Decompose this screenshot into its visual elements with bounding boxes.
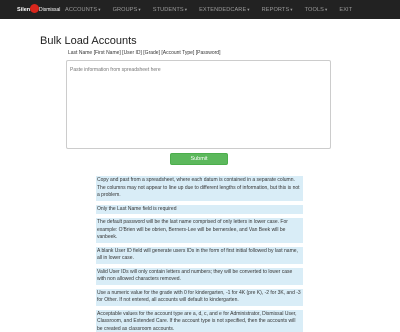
nav-item-label: EXTENDEDCARE bbox=[199, 6, 247, 13]
app-logo[interactable]: Silent Dismissal bbox=[17, 0, 61, 19]
logo-word-dismissal: Dismissal bbox=[39, 7, 61, 13]
instruction-note: Acceptable values for the account type a… bbox=[96, 309, 303, 332]
nav-menu: ACCOUNTS▾ GROUPS▾ STUDENTS▾ EXTENDEDCARE… bbox=[65, 7, 364, 13]
nav-item-label: EXIT bbox=[339, 6, 353, 13]
nav-item-extendedcare[interactable]: EXTENDEDCARE▾ bbox=[199, 7, 250, 13]
instruction-note: A blank User ID field will generate user… bbox=[96, 246, 303, 264]
submit-button[interactable]: Submit bbox=[170, 153, 228, 165]
nav-item-groups[interactable]: GROUPS▾ bbox=[113, 7, 141, 13]
page-title: Bulk Load Accounts bbox=[40, 35, 137, 47]
format-hint: Last Name [First Name] [User ID] [Grade]… bbox=[68, 50, 221, 56]
instruction-note: Valid User IDs will only contain letters… bbox=[96, 267, 303, 285]
instruction-note: The default password will be the last na… bbox=[96, 218, 303, 243]
chevron-down-icon: ▾ bbox=[290, 6, 293, 12]
instruction-note: Use a numeric value for the grade with 0… bbox=[96, 288, 303, 306]
nav-item-reports[interactable]: REPORTS▾ bbox=[262, 7, 293, 13]
logo-circle-icon bbox=[30, 4, 39, 13]
chevron-down-icon: ▾ bbox=[98, 6, 101, 12]
instructions-list: Copy and past from a spreadsheet, where … bbox=[96, 176, 303, 332]
instruction-note: Only the Last Name field is required bbox=[96, 204, 303, 214]
nav-item-students[interactable]: STUDENTS▾ bbox=[153, 7, 187, 13]
nav-item-label: TOOLS bbox=[304, 6, 325, 13]
nav-item-label: GROUPS bbox=[112, 6, 138, 13]
top-navbar: Silent Dismissal ACCOUNTS▾ GROUPS▾ STUDE… bbox=[0, 0, 400, 19]
nav-item-label: REPORTS bbox=[261, 6, 290, 13]
chevron-down-icon: ▾ bbox=[138, 6, 141, 12]
nav-item-tools[interactable]: TOOLS▾ bbox=[305, 7, 328, 13]
nav-item-label: STUDENTS bbox=[152, 6, 184, 13]
nav-item-accounts[interactable]: ACCOUNTS▾ bbox=[65, 7, 101, 13]
instruction-note: Copy and past from a spreadsheet, where … bbox=[96, 176, 303, 201]
chevron-down-icon: ▾ bbox=[325, 6, 328, 12]
nav-item-exit[interactable]: EXIT bbox=[339, 7, 352, 13]
chevron-down-icon: ▾ bbox=[247, 6, 250, 12]
spreadsheet-input[interactable] bbox=[66, 60, 331, 149]
nav-item-label: ACCOUNTS bbox=[65, 6, 98, 13]
chevron-down-icon: ▾ bbox=[184, 6, 188, 12]
